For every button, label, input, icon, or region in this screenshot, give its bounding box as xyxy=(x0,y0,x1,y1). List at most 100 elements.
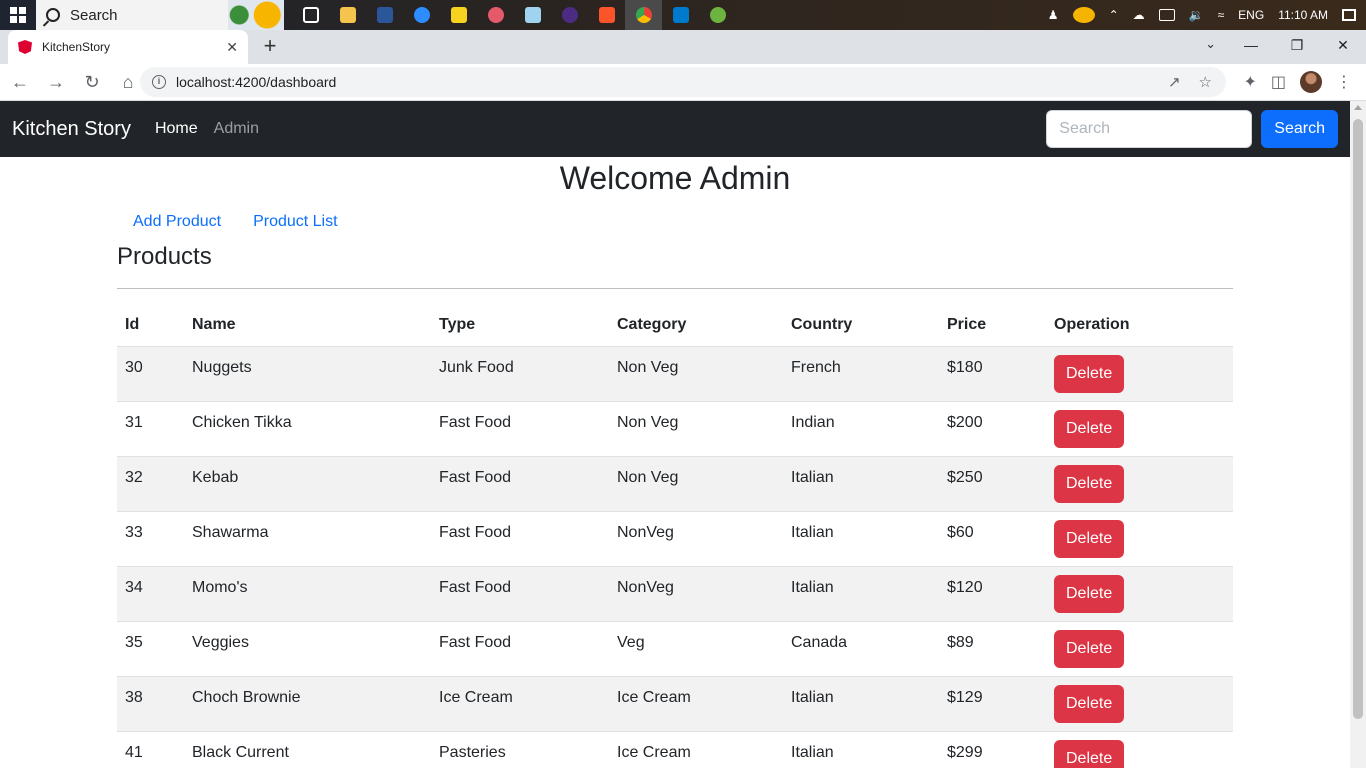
cell-operation: Delete xyxy=(1046,511,1233,567)
delete-button[interactable]: Delete xyxy=(1054,629,1125,668)
weather-icon[interactable] xyxy=(1072,7,1095,23)
scroll-up-arrow-icon[interactable] xyxy=(1354,105,1362,110)
taskbar-app-word[interactable] xyxy=(366,0,403,30)
close-tab-icon[interactable]: ✕ xyxy=(226,39,238,56)
cell-id: 41 xyxy=(117,731,184,768)
taskbar-app-vscode[interactable] xyxy=(662,0,699,30)
delete-button[interactable]: Delete xyxy=(1054,464,1125,503)
zoom-icon xyxy=(413,7,430,23)
cell-country: French xyxy=(783,346,939,402)
media-icon xyxy=(561,7,578,23)
window-controls: — ❐ ✕ xyxy=(1228,30,1366,60)
navbar-brand[interactable]: Kitchen Story xyxy=(12,118,131,141)
address-bar-actions: ↗ ☆ xyxy=(1168,73,1226,91)
nav-link-home[interactable]: Home xyxy=(155,120,198,138)
reload-icon[interactable]: ↻ xyxy=(76,66,108,98)
battery-icon[interactable] xyxy=(1158,9,1175,21)
close-window-icon[interactable]: ✕ xyxy=(1320,30,1366,60)
cell-type: Fast Food xyxy=(431,566,609,622)
products-table: Id Name Type Category Country Price Oper… xyxy=(117,305,1233,768)
people-icon[interactable]: ♟ xyxy=(1048,8,1059,22)
extensions-puzzle-icon[interactable]: ✦ xyxy=(1243,72,1256,92)
taskbar-app-sticky-notes[interactable] xyxy=(440,0,477,30)
site-info-icon[interactable]: i xyxy=(152,75,166,89)
cell-name: Veggies xyxy=(184,621,431,677)
cloud-icon[interactable]: ☁ xyxy=(1133,8,1145,22)
chevron-up-icon[interactable]: ⌃ xyxy=(1109,8,1119,22)
taskbar-app-spring[interactable] xyxy=(699,0,736,30)
windows-start-button[interactable] xyxy=(0,0,36,30)
forward-arrow-icon[interactable]: → xyxy=(40,66,72,98)
taskbar-app-chrome[interactable] xyxy=(625,0,662,30)
cell-price: $89 xyxy=(939,621,1046,677)
folder-icon xyxy=(339,7,356,23)
column-header-country: Country xyxy=(783,305,939,347)
product-list-link[interactable]: Product List xyxy=(237,213,353,231)
cell-country: Italian xyxy=(783,566,939,622)
navbar-search-button[interactable]: Search xyxy=(1261,110,1338,148)
cell-category: Non Veg xyxy=(609,346,783,402)
taskbar-app-paint[interactable] xyxy=(477,0,514,30)
cell-price: $250 xyxy=(939,456,1046,512)
cell-price: $60 xyxy=(939,511,1046,567)
browser-menu-icon[interactable]: ⋮ xyxy=(1336,72,1352,92)
page-viewport: Kitchen Story Home Admin Search Welcome … xyxy=(0,101,1366,768)
cell-category: Ice Cream xyxy=(609,676,783,732)
volume-icon[interactable]: 🔉 xyxy=(1189,8,1204,22)
address-bar[interactable]: i localhost:4200/dashboard ↗ ☆ xyxy=(140,67,1226,97)
taskbar-app-zoom[interactable] xyxy=(403,0,440,30)
delete-button[interactable]: Delete xyxy=(1054,519,1125,558)
cell-type: Ice Cream xyxy=(431,676,609,732)
cell-price: $200 xyxy=(939,401,1046,457)
cell-id: 38 xyxy=(117,676,184,732)
cell-country: Italian xyxy=(783,676,939,732)
taskbar-app-brave[interactable] xyxy=(588,0,625,30)
cell-type: Fast Food xyxy=(431,621,609,677)
tab-search-chevron-icon[interactable]: ⌄ xyxy=(1205,36,1216,52)
clock[interactable]: 11:10 AM xyxy=(1278,8,1328,22)
cell-operation: Delete xyxy=(1046,346,1233,402)
taskbar-search-box[interactable]: Search xyxy=(36,0,284,30)
cell-name: Kebab xyxy=(184,456,431,512)
wifi-icon[interactable]: ≈ xyxy=(1218,8,1225,22)
divider xyxy=(117,288,1233,289)
bookmark-star-icon[interactable]: ☆ xyxy=(1199,73,1212,91)
column-header-name: Name xyxy=(184,305,431,347)
nav-link-admin[interactable]: Admin xyxy=(214,120,259,138)
add-product-link[interactable]: Add Product xyxy=(117,213,237,231)
navbar-search-input[interactable] xyxy=(1046,110,1253,148)
delete-button[interactable]: Delete xyxy=(1054,354,1125,393)
back-arrow-icon[interactable]: ← xyxy=(4,66,36,98)
scrollbar-thumb[interactable] xyxy=(1353,119,1363,719)
os-taskbar: Search ♟ ⌃ ☁ 🔉 ≈ ENG 11:10 AM xyxy=(0,0,1366,30)
cell-category: NonVeg xyxy=(609,511,783,567)
cell-category: Ice Cream xyxy=(609,731,783,768)
cell-category: NonVeg xyxy=(609,566,783,622)
cell-type: Fast Food xyxy=(431,456,609,512)
profile-avatar[interactable] xyxy=(1300,71,1322,93)
delete-button[interactable]: Delete xyxy=(1054,739,1125,768)
side-panel-icon[interactable]: ◫ xyxy=(1271,72,1286,92)
share-icon[interactable]: ↗ xyxy=(1168,73,1181,91)
cell-country: Italian xyxy=(783,456,939,512)
delete-button[interactable]: Delete xyxy=(1054,684,1125,723)
taskbar-app-file-explorer[interactable] xyxy=(329,0,366,30)
task-view-button[interactable] xyxy=(292,0,329,30)
notifications-icon[interactable] xyxy=(1342,9,1356,21)
cell-id: 34 xyxy=(117,566,184,622)
new-tab-button[interactable]: + xyxy=(258,34,282,58)
delete-button[interactable]: Delete xyxy=(1054,409,1125,448)
delete-button[interactable]: Delete xyxy=(1054,574,1125,613)
cell-price: $129 xyxy=(939,676,1046,732)
restore-icon[interactable]: ❐ xyxy=(1274,30,1320,60)
browser-tab[interactable]: KitchenStory ✕ xyxy=(8,30,248,64)
cell-type: Fast Food xyxy=(431,511,609,567)
taskbar-app-media[interactable] xyxy=(551,0,588,30)
url-text[interactable]: localhost:4200/dashboard xyxy=(176,74,336,90)
navbar-search-form: Search xyxy=(1046,110,1338,148)
language-indicator[interactable]: ENG xyxy=(1238,8,1264,22)
taskbar-app-notepad[interactable] xyxy=(514,0,551,30)
minimize-icon[interactable]: — xyxy=(1228,30,1274,60)
page-scrollbar[interactable] xyxy=(1350,101,1366,768)
app-navbar: Kitchen Story Home Admin Search xyxy=(0,101,1350,157)
